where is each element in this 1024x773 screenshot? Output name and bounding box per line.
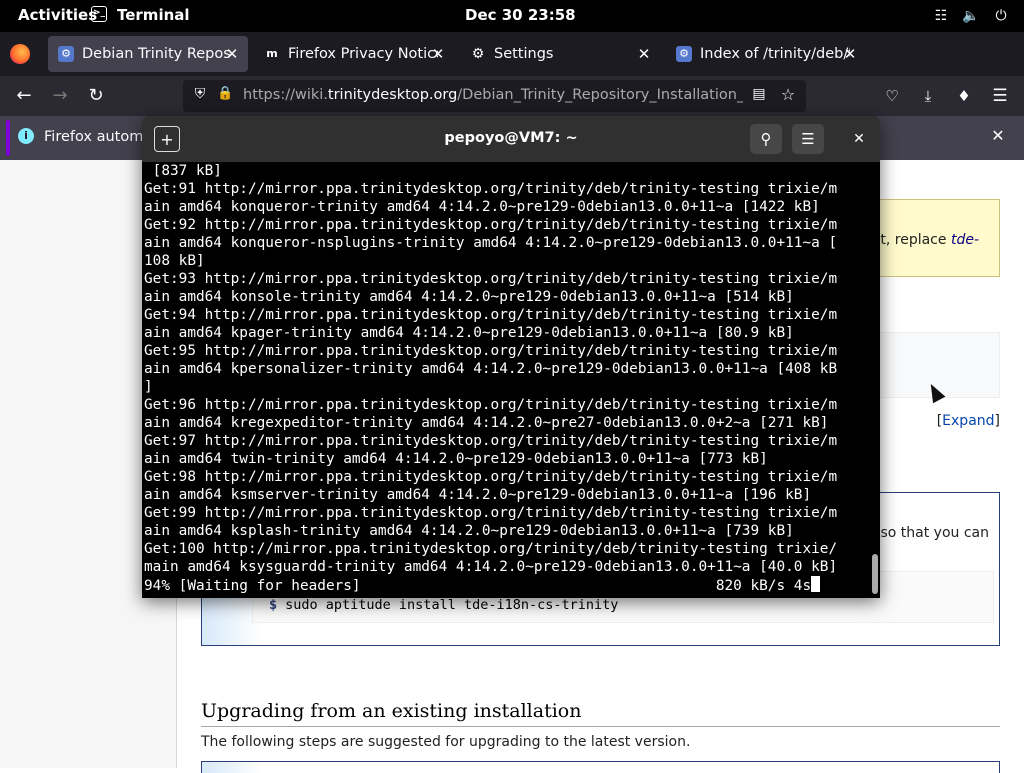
notification-accent — [6, 120, 10, 156]
url-prefix: https://wiki. — [243, 87, 328, 103]
terminal-line: Get:93 http://mirror.ppa.trinitydesktop.… — [144, 271, 838, 287]
terminal-line: ain amd64 konsole-trinity amd64 4:14.2.0… — [144, 289, 794, 305]
firefox-view-icon[interactable] — [10, 44, 30, 64]
terminal-line: ain amd64 kpersonalizer-trinity amd64 4:… — [144, 361, 838, 377]
terminal-status-line: 94% [Waiting for headers] 820 kB/s 4s — [144, 576, 866, 594]
close-tab-icon[interactable]: ✕ — [222, 44, 242, 64]
close-tab-icon[interactable]: ✕ — [840, 44, 860, 64]
note-text: t, replace tde- — [880, 232, 979, 248]
terminal-line: Get:91 http://mirror.ppa.trinitydesktop.… — [144, 181, 838, 197]
tab-debian-trinity[interactable]: ⚙ Debian Trinity Reposito ✕ — [48, 36, 248, 72]
notification-text: Firefox automa — [44, 129, 153, 145]
terminal-line: ain amd64 konqueror-trinity amd64 4:14.2… — [144, 199, 820, 215]
tab-bar: ⚙ Debian Trinity Reposito ✕ m Firefox Pr… — [0, 32, 1024, 98]
command-text[interactable]: sudo aptitude install tde-i18n-cs-trinit… — [285, 597, 618, 613]
tab-index-of-trinity[interactable]: ⚙ Index of /trinity/deb/tri ✕ — [666, 36, 866, 72]
expand-link-label[interactable]: Expand — [942, 413, 994, 429]
section-heading: Upgrading from an existing installation — [201, 700, 1000, 727]
terminal-line: Get:95 http://mirror.ppa.trinitydesktop.… — [144, 343, 838, 359]
terminal-line: ain amd64 ksmserver-trinity amd64 4:14.2… — [144, 487, 812, 503]
notification-close-icon[interactable]: ✕ — [988, 126, 1008, 146]
tab-label: Debian Trinity Reposito — [82, 46, 232, 62]
command-prompt: $ — [269, 597, 278, 613]
terminal-line: Get:94 http://mirror.ppa.trinitydesktop.… — [144, 307, 838, 323]
terminal-line: Get:100 http://mirror.ppa.trinitydesktop… — [144, 541, 838, 557]
back-arrow-icon[interactable]: ← — [12, 84, 36, 108]
terminal-line: main amd64 ksysguardd-trinity amd64 4:14… — [144, 559, 838, 575]
forward-arrow-icon[interactable]: → — [48, 84, 72, 108]
terminal-line: Get:92 http://mirror.ppa.trinitydesktop.… — [144, 217, 838, 233]
terminal-status-text: 94% [Waiting for headers] 820 kB/s 4s — [144, 578, 812, 594]
app-name: Terminal — [117, 6, 190, 24]
tab-firefox-privacy[interactable]: m Firefox Privacy Notice - ✕ — [254, 36, 454, 72]
lock-icon[interactable]: 🔒 — [217, 86, 233, 106]
note-text-plain: t, replace — [880, 232, 951, 248]
bookmark-star-icon[interactable]: ☆ — [778, 85, 798, 105]
terminal-line: Get:99 http://mirror.ppa.trinitydesktop.… — [144, 505, 838, 521]
terminal-line: ] — [144, 379, 153, 395]
url-host: trinitydesktop.org — [327, 87, 458, 103]
app-menu[interactable]: >_ Terminal — [91, 6, 190, 24]
activities-button[interactable]: Activities — [18, 6, 97, 24]
terminal-line: ain amd64 ksplash-trinity amd64 4:14.2.0… — [144, 523, 794, 539]
tracking-shield-icon[interactable]: ⛨ — [191, 86, 209, 106]
downloads-icon[interactable]: ⤓ — [916, 84, 940, 108]
url-path: /Debian_Trinity_Repository_Installation_… — [457, 87, 743, 103]
terminal-menu-icon[interactable]: ☰ — [792, 124, 824, 154]
extensions-puzzle-icon[interactable]: ♦ — [952, 84, 976, 108]
volume-icon[interactable]: 🔈 — [962, 7, 980, 25]
hamburger-menu-icon[interactable]: ☰ — [988, 84, 1012, 108]
url-bar[interactable]: ⛨ 🔒 https://wiki.trinitydesktop.org/Debi… — [183, 80, 806, 112]
expand-link[interactable]: [Expand] — [937, 413, 1000, 429]
url-text[interactable]: https://wiki.trinitydesktop.org/Debian_T… — [243, 87, 743, 103]
clock[interactable]: Dec 30 23:58 — [465, 6, 576, 24]
next-instruction-box — [201, 761, 1000, 773]
pocket-icon[interactable]: ♡ — [880, 84, 904, 108]
terminal-line: [837 kB] — [144, 163, 222, 179]
section-paragraph: The following steps are suggested for up… — [201, 734, 691, 750]
tab-label: Index of /trinity/deb/tri — [700, 46, 850, 62]
terminal-line: ain amd64 twin-trinity amd64 4:14.2.0~pr… — [144, 451, 768, 467]
mozilla-favicon-icon: m — [266, 47, 278, 60]
terminal-output[interactable]: [837 kB] Get:91 http://mirror.ppa.trinity… — [144, 162, 866, 598]
close-tab-icon[interactable]: ✕ — [634, 44, 654, 64]
system-tray[interactable]: ☷ 🔈 ⏻ — [932, 7, 1010, 25]
terminal-close-icon[interactable]: ✕ — [848, 128, 870, 150]
tab-label: Settings — [494, 46, 554, 62]
close-tab-icon[interactable]: ✕ — [428, 44, 448, 64]
terminal-line: Get:98 http://mirror.ppa.trinitydesktop.… — [144, 469, 838, 485]
terminal-line: Get:97 http://mirror.ppa.trinitydesktop.… — [144, 433, 838, 449]
terminal-line: 108 kB] — [144, 253, 205, 269]
info-icon: i — [18, 128, 34, 144]
power-icon[interactable]: ⏻ — [992, 7, 1010, 25]
terminal-line: Get:96 http://mirror.ppa.trinitydesktop.… — [144, 397, 838, 413]
trinity-favicon-icon: ⚙ — [58, 46, 74, 62]
search-icon[interactable]: ⚲ — [750, 124, 782, 154]
network-icon[interactable]: ☷ — [932, 7, 950, 25]
note-text-emphasis: tde- — [950, 232, 979, 248]
terminal-header-bar[interactable]: + pepoyo@VM7: ~ ⚲ ☰ ✕ — [142, 116, 880, 162]
reader-view-icon[interactable]: ▤ — [750, 86, 768, 106]
terminal-window[interactable]: + pepoyo@VM7: ~ ⚲ ☰ ✕ [837 kB] Get:91 htt… — [142, 116, 880, 598]
terminal-line: ain amd64 konqueror-nsplugins-trinity am… — [144, 235, 838, 251]
nav-bar: ← → ↻ ⛨ 🔒 https://wiki.trinitydesktop.or… — [0, 76, 1024, 116]
terminal-app-icon: >_ — [91, 6, 107, 22]
trinity-favicon-icon: ⚙ — [676, 46, 692, 62]
terminal-line: ain amd64 kregexpeditor-trinity amd64 4:… — [144, 415, 829, 431]
reload-icon[interactable]: ↻ — [84, 84, 108, 108]
terminal-cursor — [811, 576, 821, 592]
gear-icon: ⚙ — [471, 46, 485, 62]
terminal-line: ain amd64 kpager-trinity amd64 4:14.2.0~… — [144, 325, 794, 341]
tab-label: Firefox Privacy Notice - — [288, 46, 438, 62]
top-bar: Activities >_ Terminal Dec 30 23:58 ☷ 🔈 … — [0, 0, 1024, 32]
terminal-scrollbar[interactable] — [872, 554, 878, 594]
tab-settings[interactable]: ⚙ Settings ✕ — [460, 36, 660, 72]
instruction-text: so that you can — [880, 525, 989, 541]
